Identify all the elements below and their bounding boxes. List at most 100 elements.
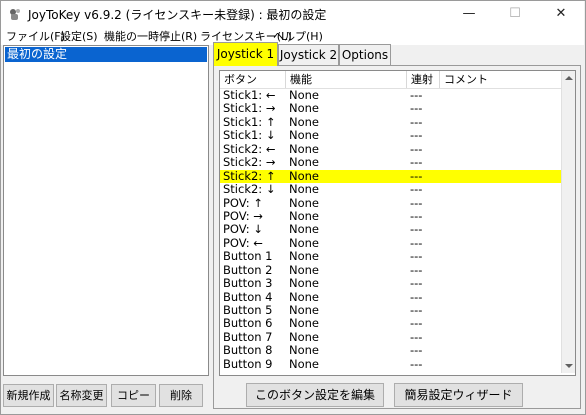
row-function-cell: None bbox=[289, 289, 320, 304]
table-row[interactable]: Stick1: ← None --- bbox=[220, 89, 561, 102]
row-button-cell: Stick2: ↓ bbox=[223, 182, 276, 197]
tab-joystick-1[interactable]: Joystick 1 bbox=[213, 42, 278, 66]
table-row[interactable]: Button 3 None --- bbox=[220, 277, 561, 290]
table-row[interactable]: Stick1: ↑ None --- bbox=[220, 114, 561, 129]
table-row[interactable]: Button 8 None --- bbox=[220, 344, 561, 357]
window-title: JoyToKey v6.9.2 (ライセンスキー未登録) : 最初の設定 bbox=[28, 8, 327, 22]
row-function-cell: None bbox=[289, 249, 320, 264]
column-header-comment[interactable]: コメント bbox=[440, 71, 561, 88]
column-header-function[interactable]: 機能 bbox=[286, 71, 407, 88]
scroll-up-icon[interactable] bbox=[565, 76, 573, 80]
table-row[interactable]: Button 4 None --- bbox=[220, 289, 561, 304]
maximize-button[interactable]: ☐ bbox=[492, 1, 538, 26]
row-rapid-cell: --- bbox=[410, 343, 423, 358]
row-function-cell: None bbox=[289, 114, 320, 129]
minimize-button[interactable]: — bbox=[446, 1, 492, 26]
row-rapid-cell: --- bbox=[410, 141, 423, 156]
row-rapid-cell: --- bbox=[410, 88, 423, 102]
table-row[interactable]: POV: ← None --- bbox=[220, 235, 561, 250]
row-button-cell: Stick2: → bbox=[223, 155, 276, 170]
column-header-rapid-fire[interactable]: 連射 bbox=[407, 71, 440, 88]
row-button-cell: POV: → bbox=[223, 208, 263, 223]
row-rapid-cell: --- bbox=[410, 128, 423, 143]
table-row[interactable]: Button 1 None --- bbox=[220, 250, 561, 263]
menu-bar: ファイル(F) 設定(S) 機能の一時停止(R) ライセンスキー(L) ヘルプ(… bbox=[1, 26, 584, 45]
table-row[interactable]: Stick1: → None --- bbox=[220, 102, 561, 115]
menu-file[interactable]: ファイル(F) bbox=[6, 28, 65, 44]
table-row[interactable]: Stick2: ← None --- bbox=[220, 141, 561, 156]
row-function-cell: None bbox=[289, 235, 320, 250]
row-rapid-cell: --- bbox=[410, 182, 423, 197]
table-row[interactable]: Stick1: ↓ None --- bbox=[220, 129, 561, 142]
row-rapid-cell: --- bbox=[410, 356, 423, 371]
list-header: ボタン 機能 連射 コメント bbox=[220, 71, 561, 89]
column-header-button[interactable]: ボタン bbox=[220, 71, 286, 88]
row-function-cell: None bbox=[289, 101, 320, 116]
row-rapid-cell: --- bbox=[410, 155, 423, 170]
setup-wizard-button[interactable]: 簡易設定ウィザード bbox=[394, 383, 523, 407]
rename-config-button[interactable]: 名称変更 bbox=[56, 384, 107, 407]
row-function-cell: None bbox=[289, 141, 320, 156]
tab-joystick-2[interactable]: Joystick 2 bbox=[278, 44, 339, 65]
joytokey-app-icon bbox=[10, 9, 20, 20]
row-function-cell: None bbox=[289, 222, 320, 237]
row-rapid-cell: --- bbox=[410, 289, 423, 304]
table-row[interactable]: Button 9 None --- bbox=[220, 356, 561, 371]
row-function-cell: None bbox=[289, 316, 320, 331]
row-button-cell: Stick1: ↓ bbox=[223, 128, 276, 143]
table-row[interactable]: Stick2: → None --- bbox=[220, 156, 561, 169]
copy-config-button[interactable]: コピー bbox=[111, 384, 156, 407]
row-button-cell: Button 1 bbox=[223, 249, 273, 264]
row-button-cell: Button 6 bbox=[223, 316, 273, 331]
row-rapid-cell: --- bbox=[410, 249, 423, 264]
row-button-cell: Button 7 bbox=[223, 329, 273, 344]
row-function-cell: None bbox=[289, 208, 320, 223]
scroll-down-icon[interactable] bbox=[565, 364, 573, 368]
edit-button-config-button[interactable]: このボタン設定を編集 bbox=[246, 383, 384, 407]
row-function-cell: None bbox=[289, 182, 320, 197]
tab-options[interactable]: Options bbox=[339, 44, 391, 65]
list-rows: Stick1: ← None --- Stick1: → None --- Stick1: … bbox=[220, 89, 561, 371]
row-rapid-cell: --- bbox=[410, 195, 423, 210]
table-row[interactable]: POV: → None --- bbox=[220, 208, 561, 223]
title-bar: JoyToKey v6.9.2 (ライセンスキー未登録) : 最初の設定 — ☐… bbox=[1, 1, 584, 26]
button-assignment-list[interactable]: ボタン 機能 連射 コメント Stick1: ← None --- Stick1: →… bbox=[219, 70, 576, 376]
menu-settings[interactable]: 設定(S) bbox=[60, 28, 98, 44]
table-row[interactable]: POV: ↑ None --- bbox=[220, 195, 561, 210]
row-rapid-cell: --- bbox=[410, 208, 423, 223]
table-row[interactable]: Stick2: ↑ None --- bbox=[220, 168, 561, 184]
table-row[interactable]: Button 2 None --- bbox=[220, 262, 561, 277]
table-row[interactable]: Button 6 None --- bbox=[220, 317, 561, 330]
close-button[interactable]: ✕ bbox=[538, 1, 584, 26]
row-rapid-cell: --- bbox=[410, 114, 423, 129]
table-row[interactable]: POV: ↓ None --- bbox=[220, 223, 561, 236]
table-row[interactable]: Stick2: ↓ None --- bbox=[220, 183, 561, 196]
row-function-cell: None bbox=[289, 195, 320, 210]
row-function-cell: None bbox=[289, 276, 320, 291]
row-function-cell: None bbox=[289, 356, 320, 371]
row-rapid-cell: --- bbox=[410, 316, 423, 331]
row-rapid-cell: --- bbox=[410, 303, 423, 317]
vertical-scrollbar[interactable] bbox=[561, 71, 575, 373]
row-button-cell: Button 9 bbox=[223, 356, 273, 371]
row-rapid-cell: --- bbox=[410, 168, 423, 183]
row-button-cell: Button 3 bbox=[223, 276, 273, 291]
row-button-cell: Button 8 bbox=[223, 343, 273, 358]
menu-help[interactable]: ヘルプ(H) bbox=[273, 28, 323, 44]
row-function-cell: None bbox=[289, 88, 320, 102]
table-row[interactable]: Button 7 None --- bbox=[220, 329, 561, 344]
table-row[interactable]: Button 5 None --- bbox=[220, 304, 561, 317]
config-list[interactable]: 最初の設定 bbox=[3, 45, 209, 376]
delete-config-button[interactable]: 削除 bbox=[159, 384, 203, 407]
row-function-cell: None bbox=[289, 343, 320, 358]
row-function-cell: None bbox=[289, 128, 320, 143]
row-rapid-cell: --- bbox=[410, 222, 423, 237]
row-function-cell: None bbox=[289, 303, 320, 317]
config-list-item[interactable]: 最初の設定 bbox=[5, 47, 207, 62]
new-config-button[interactable]: 新規作成 bbox=[3, 384, 54, 407]
menu-pause[interactable]: 機能の一時停止(R) bbox=[104, 28, 197, 44]
row-rapid-cell: --- bbox=[410, 235, 423, 250]
row-button-cell: Button 2 bbox=[223, 262, 273, 277]
row-button-cell: Stick1: ← bbox=[223, 88, 276, 102]
row-button-cell: Stick1: ↑ bbox=[223, 114, 276, 129]
